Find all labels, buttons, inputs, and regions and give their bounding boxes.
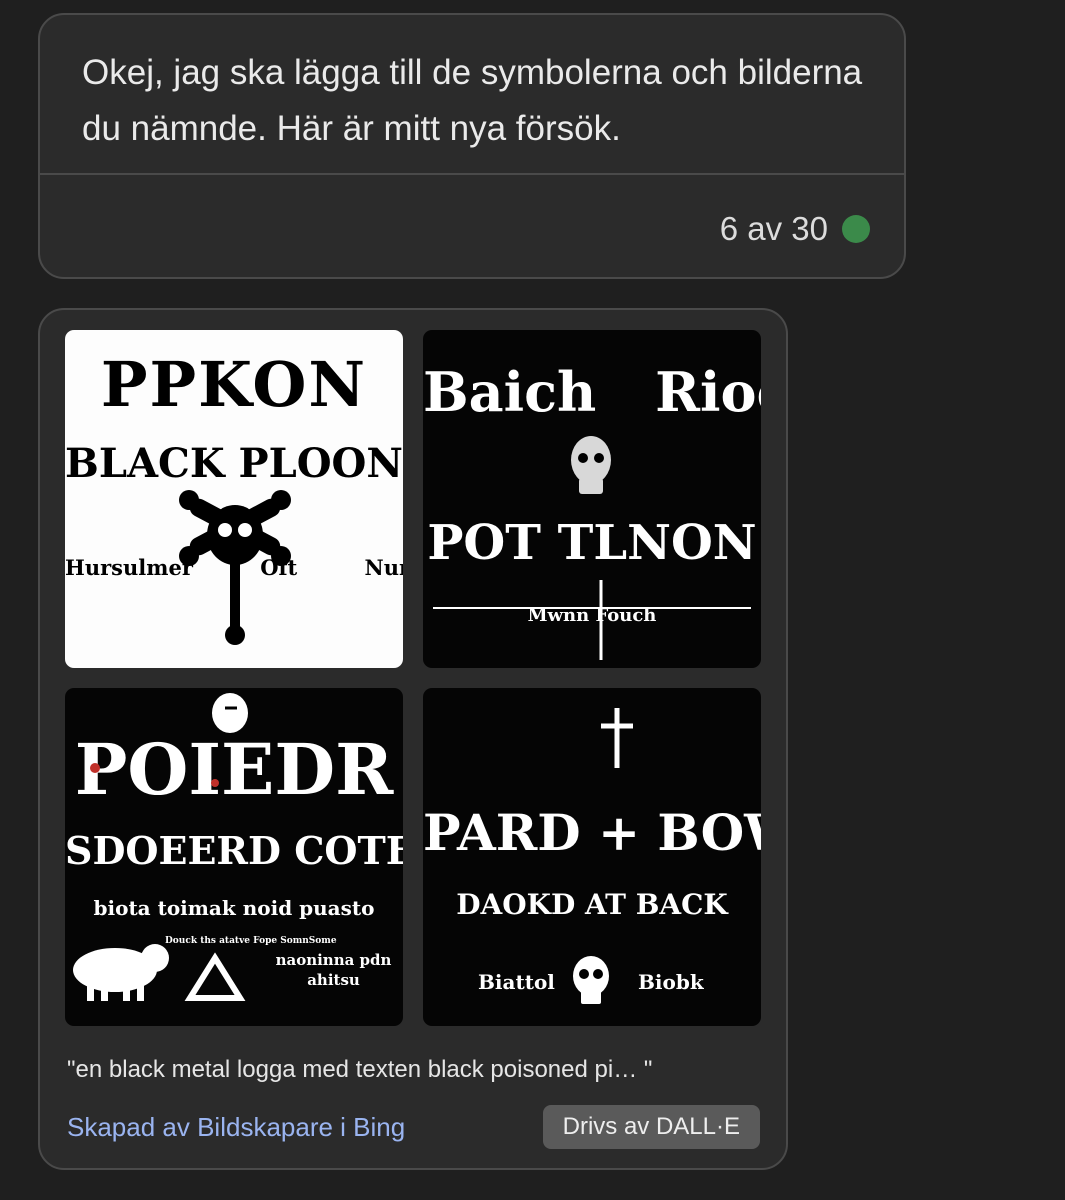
skull-crossbones-icon xyxy=(179,490,291,645)
prompt-caption: "en black metal logga med texten black p… xyxy=(67,1056,653,1083)
generated-images-card: PPKON BLACK PLOON Hursulmer Oft Nunn Bai… xyxy=(38,308,788,1170)
generated-image-2[interactable]: Baich Riock POT TLNON Mwnn Fouch xyxy=(423,330,761,668)
creator-link[interactable]: Skapad av Bildskapare i Bing xyxy=(67,1112,405,1143)
turn-counter-text: 6 av 30 xyxy=(719,210,828,247)
message-divider xyxy=(40,173,904,175)
generated-image-4[interactable]: PARD + BOWN DAOKD AT BACK Biattol Biobk xyxy=(423,688,761,1026)
skull-icon xyxy=(433,436,751,660)
generated-image-1[interactable]: PPKON BLACK PLOON Hursulmer Oft Nunn xyxy=(65,330,403,668)
pig-and-symbol-icon xyxy=(73,693,248,1001)
powered-by-badge[interactable]: Drivs av DALL·E xyxy=(542,1105,760,1149)
assistant-message-bubble: Okej, jag ska lägga till de symbolerna o… xyxy=(38,13,906,279)
turn-counter: 6 av 30 xyxy=(720,210,870,248)
status-dot-icon xyxy=(842,215,870,243)
cross-skull-icon xyxy=(573,708,633,1004)
generated-image-3[interactable]: POIEDR SDOEERD COTENT biota toimak noid … xyxy=(65,688,403,1026)
message-text: Okej, jag ska lägga till de symbolerna o… xyxy=(82,53,863,148)
